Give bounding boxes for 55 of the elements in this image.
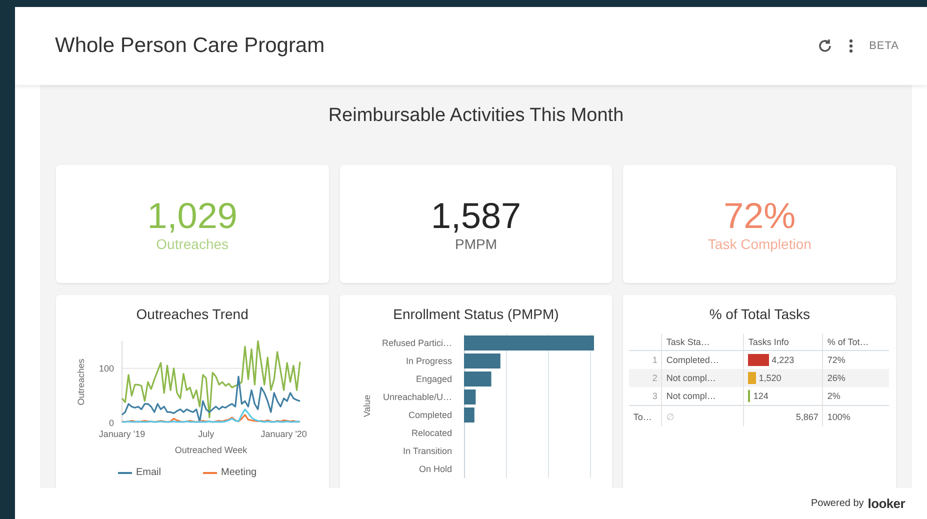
refresh-icon[interactable] bbox=[817, 38, 834, 54]
table-cell: 2% bbox=[822, 387, 890, 406]
more-options-icon[interactable] bbox=[849, 38, 854, 54]
category-label: Completed bbox=[408, 410, 452, 420]
row-number: 1 bbox=[629, 350, 662, 369]
x-tick-label: July bbox=[198, 429, 214, 439]
kpi-value: 1,029 bbox=[147, 196, 238, 236]
x-tick-label: January '20 bbox=[260, 429, 307, 439]
chart-title: Enrollment Status (PMPM) bbox=[392, 306, 560, 322]
category-label: On Hold bbox=[418, 464, 452, 474]
category-label: Relocated bbox=[411, 428, 452, 438]
bar bbox=[464, 372, 491, 386]
y-tick-label: 100 bbox=[98, 363, 114, 374]
table-cell: Not compl… bbox=[662, 369, 744, 387]
powered-by-text: Powered by bbox=[810, 498, 864, 509]
axis-title: Value bbox=[362, 394, 372, 418]
kpi-label: PMPM bbox=[454, 236, 497, 252]
table-cell: Not compl… bbox=[662, 387, 744, 406]
column-header[interactable]: % of Tot… bbox=[822, 334, 890, 350]
table-cell: 5,867 bbox=[744, 406, 823, 426]
kpi-label: Outreaches bbox=[156, 236, 229, 252]
legend-label: Meeting bbox=[221, 467, 257, 478]
brand-logo[interactable]: looker bbox=[868, 496, 905, 511]
x-axis-title: Outreached Week bbox=[174, 445, 248, 455]
beta-label: BETA bbox=[869, 40, 899, 52]
bar bbox=[464, 354, 500, 368]
column-header[interactable]: Task Sta… bbox=[662, 334, 744, 350]
bar bbox=[464, 408, 474, 422]
category-label: Unreachable/U… bbox=[382, 392, 452, 402]
chart-title: % of Total Tasks bbox=[708, 306, 811, 322]
kpi-label: Task Completion bbox=[708, 236, 812, 252]
x-tick-label: January '19 bbox=[98, 429, 146, 439]
section-title: Reimbursable Activities This Month bbox=[327, 104, 625, 128]
kpi-value: 1,587 bbox=[430, 196, 522, 236]
category-label: In Transition bbox=[402, 446, 452, 456]
table-cell: ∅ bbox=[662, 406, 744, 426]
category-label: In Progress bbox=[406, 356, 452, 366]
table-cell: 4,223 bbox=[772, 355, 794, 365]
table-cell: 1,520 bbox=[758, 373, 782, 383]
row-number: 3 bbox=[629, 387, 662, 406]
legend-label: Email bbox=[136, 467, 162, 478]
bar bbox=[464, 390, 476, 404]
y-tick-label: 0 bbox=[108, 418, 114, 428]
table-cell: 26% bbox=[822, 369, 890, 387]
y-axis-title: Outreaches bbox=[76, 358, 86, 406]
category-label: Refused Partici… bbox=[382, 338, 452, 348]
chart-title: Outreaches Trend bbox=[135, 306, 250, 322]
column-header[interactable]: Tasks Info bbox=[744, 334, 823, 350]
dashboard-title: Whole Person Care Program bbox=[55, 34, 326, 58]
table-cell: 100% bbox=[822, 406, 890, 426]
table-cell: 124 bbox=[753, 391, 768, 401]
row-number: 2 bbox=[629, 369, 662, 387]
kpi-value: 72% bbox=[724, 196, 796, 236]
category-label: Engaged bbox=[416, 374, 452, 384]
totals-label: To… bbox=[629, 406, 662, 426]
